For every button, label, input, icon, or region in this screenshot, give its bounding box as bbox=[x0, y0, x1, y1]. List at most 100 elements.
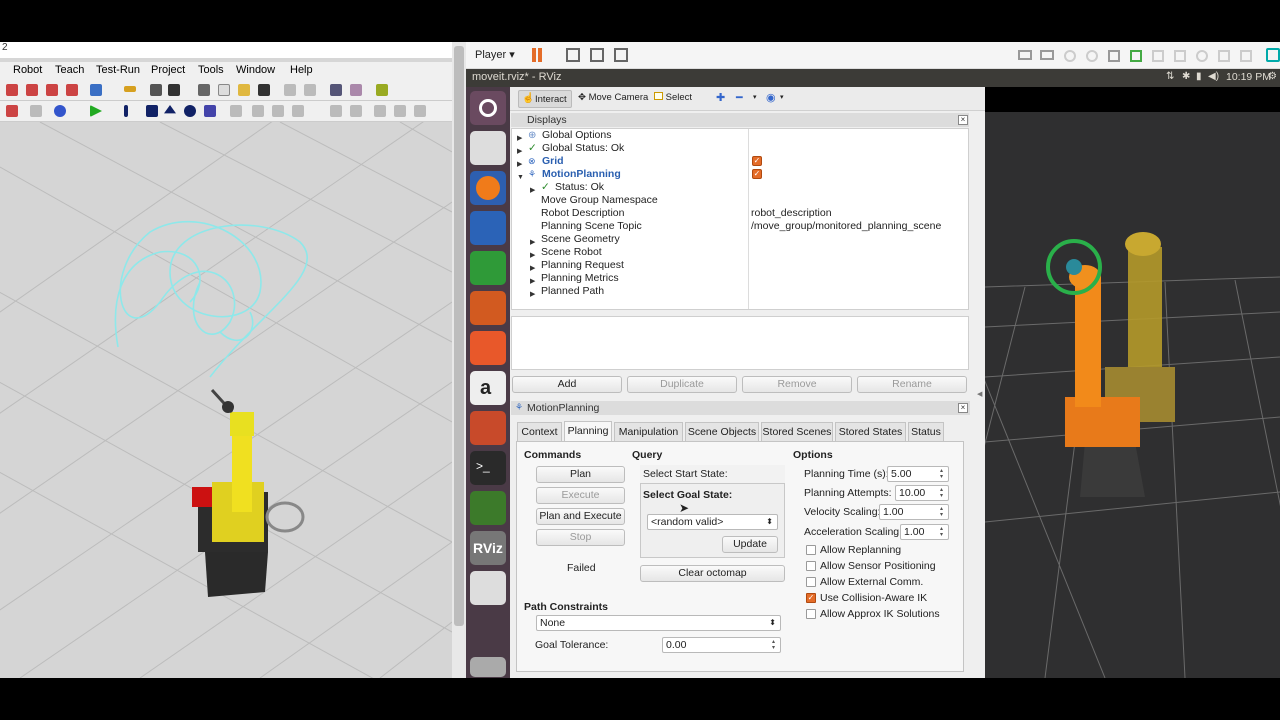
scroll-thumb[interactable] bbox=[454, 46, 464, 626]
tree-row-motionplanning[interactable]: ▼ ⚘ MotionPlanning ✓ bbox=[512, 168, 968, 181]
ruler-icon[interactable] bbox=[124, 86, 136, 92]
program-icon[interactable] bbox=[54, 105, 66, 117]
redo-icon[interactable] bbox=[304, 84, 316, 96]
motionplanning-close-icon[interactable]: × bbox=[958, 403, 968, 413]
tool-h-icon[interactable] bbox=[394, 105, 406, 117]
menu-test-run[interactable]: Test-Run bbox=[96, 62, 140, 78]
vm-device-icon-3[interactable] bbox=[1064, 50, 1076, 62]
rviz-3d-viewport[interactable] bbox=[985, 112, 1280, 678]
add-display-button[interactable]: Add bbox=[512, 376, 622, 393]
spinbox-arrows-icon[interactable]: ▴ ▾ bbox=[772, 639, 779, 651]
vm-device-icon-10[interactable] bbox=[1218, 50, 1230, 62]
robot-remove-icon[interactable] bbox=[66, 84, 78, 96]
remove-display-button[interactable]: Remove bbox=[742, 376, 852, 393]
menu-robot[interactable]: Robot bbox=[13, 62, 42, 78]
dash-icon[interactable] bbox=[470, 91, 506, 125]
tool-d-icon[interactable] bbox=[292, 105, 304, 117]
open-folder-icon[interactable] bbox=[238, 84, 250, 96]
settings-icon[interactable] bbox=[470, 411, 506, 445]
simulator-scrollbar[interactable] bbox=[452, 42, 466, 678]
spinbox-arrows-icon[interactable]: ▴ ▾ bbox=[940, 506, 947, 518]
tool-f-icon[interactable] bbox=[350, 105, 362, 117]
firefox-icon[interactable] bbox=[470, 171, 506, 205]
tool-b-icon[interactable] bbox=[252, 105, 264, 117]
vm-device-icon-1[interactable] bbox=[1018, 50, 1032, 60]
writer-icon[interactable] bbox=[470, 211, 506, 245]
volume-icon[interactable]: ◀) bbox=[1208, 71, 1219, 82]
play-icon[interactable] bbox=[90, 105, 102, 117]
lock-icon[interactable] bbox=[30, 105, 42, 117]
impress-icon[interactable] bbox=[470, 291, 506, 325]
trash-icon[interactable] bbox=[470, 657, 506, 677]
undo-icon[interactable] bbox=[284, 84, 296, 96]
add-tool-icon[interactable]: ✚ bbox=[716, 91, 725, 104]
menu-window[interactable]: Window bbox=[236, 62, 275, 78]
allow-sensor-positioning-checkbox[interactable] bbox=[806, 561, 816, 571]
tree-row-move-group-namespace[interactable]: Move Group Namespace bbox=[512, 194, 968, 207]
tab-context[interactable]: Context bbox=[517, 422, 562, 441]
update-button[interactable]: Update bbox=[722, 536, 778, 553]
remove-tool-icon[interactable]: ━ bbox=[736, 91, 743, 104]
send-ctrl-alt-del-icon[interactable] bbox=[566, 48, 580, 62]
splitter-arrow-icon[interactable]: ◀ bbox=[977, 390, 982, 398]
files-icon[interactable] bbox=[470, 131, 506, 165]
tree-row-global-status[interactable]: ▶ ✓ Global Status: Ok bbox=[512, 142, 968, 155]
hand-icon[interactable] bbox=[150, 84, 162, 96]
camera-icon[interactable] bbox=[168, 84, 180, 96]
eye-tool-dropdown[interactable]: ▾ bbox=[780, 93, 784, 101]
unity-icon[interactable] bbox=[614, 48, 628, 62]
tab-stored-states[interactable]: Stored States bbox=[835, 422, 906, 441]
tree-row-grid[interactable]: ▶ ⊗ Grid ✓ bbox=[512, 155, 968, 168]
robot-edit-icon[interactable] bbox=[46, 84, 58, 96]
amazon-icon[interactable]: a bbox=[470, 371, 506, 405]
rviz-icon[interactable]: RViz bbox=[470, 531, 506, 565]
tree-row-planning-scene-topic[interactable]: Planning Scene Topic /move_group/monitor… bbox=[512, 220, 968, 233]
pause-vm-icon[interactable] bbox=[532, 48, 536, 62]
terminal-icon[interactable]: >_ bbox=[470, 451, 506, 485]
online-icon[interactable] bbox=[414, 105, 426, 117]
tab-scene-objects[interactable]: Scene Objects bbox=[685, 422, 759, 441]
plan-button[interactable]: Plan bbox=[536, 466, 625, 483]
menu-help[interactable]: Help bbox=[290, 62, 313, 78]
path-constraints-select[interactable]: None ⬍ bbox=[536, 615, 781, 631]
acceleration-scaling-spinbox[interactable]: 1.00 ▴ ▾ bbox=[900, 524, 949, 540]
tab-stored-scenes[interactable]: Stored Scenes bbox=[761, 422, 833, 441]
stop-icon[interactable] bbox=[146, 105, 158, 117]
move-camera-tool[interactable]: ✥ Move Camera bbox=[578, 92, 648, 103]
grid-icon[interactable] bbox=[198, 84, 210, 96]
clock[interactable]: 10:19 PM bbox=[1226, 71, 1271, 83]
vm-message-icon[interactable] bbox=[1266, 48, 1280, 62]
spinbox-arrows-icon[interactable]: ▴ ▾ bbox=[940, 468, 947, 480]
vm-device-icon-9[interactable] bbox=[1196, 50, 1208, 62]
allow-replanning-checkbox[interactable] bbox=[806, 545, 816, 555]
interact-tool[interactable]: ☝ Interact bbox=[518, 90, 572, 108]
tree-row-scene-robot[interactable]: ▶ Scene Robot bbox=[512, 246, 968, 259]
tree-row-planned-path[interactable]: ▶ Planned Path bbox=[512, 285, 968, 298]
robot-icon[interactable] bbox=[6, 84, 18, 96]
menu-project[interactable]: Project bbox=[151, 62, 185, 78]
network-icon[interactable]: ⇅ bbox=[1166, 71, 1174, 82]
eject-icon[interactable] bbox=[164, 105, 176, 114]
start-state-section[interactable]: Select Start State: bbox=[640, 465, 785, 484]
grid-enabled-checkbox[interactable]: ✓ bbox=[752, 156, 762, 166]
goal-state-select[interactable]: <random valid> ⬍ bbox=[647, 514, 778, 530]
planning-attempts-spinbox[interactable]: 10.00 ▴ ▾ bbox=[895, 485, 949, 501]
tree-row-global-options[interactable]: ▶ ⊕ Global Options bbox=[512, 129, 968, 142]
new-file-icon[interactable] bbox=[218, 84, 230, 96]
save-icon[interactable] bbox=[258, 84, 270, 96]
menu-tools[interactable]: Tools bbox=[198, 62, 224, 78]
simulator-3d-view[interactable] bbox=[0, 122, 452, 678]
updater-icon[interactable] bbox=[470, 491, 506, 525]
motionplanning-enabled-checkbox[interactable]: ✓ bbox=[752, 169, 762, 179]
disk-icon[interactable] bbox=[470, 571, 506, 605]
bluetooth-icon[interactable]: ✱ bbox=[1182, 71, 1190, 82]
eye-tool-icon[interactable]: ◉ bbox=[766, 91, 776, 104]
calc-icon[interactable] bbox=[470, 251, 506, 285]
tree-value[interactable]: /move_group/monitored_planning_scene bbox=[751, 220, 941, 233]
approx-ik-checkbox[interactable] bbox=[806, 609, 816, 619]
select-tool[interactable]: Select bbox=[654, 92, 692, 103]
plan-and-execute-button[interactable]: Plan and Execute bbox=[536, 508, 625, 525]
chart-icon[interactable] bbox=[350, 84, 362, 96]
allow-external-comm-checkbox[interactable] bbox=[806, 577, 816, 587]
rename-display-button[interactable]: Rename bbox=[857, 376, 967, 393]
